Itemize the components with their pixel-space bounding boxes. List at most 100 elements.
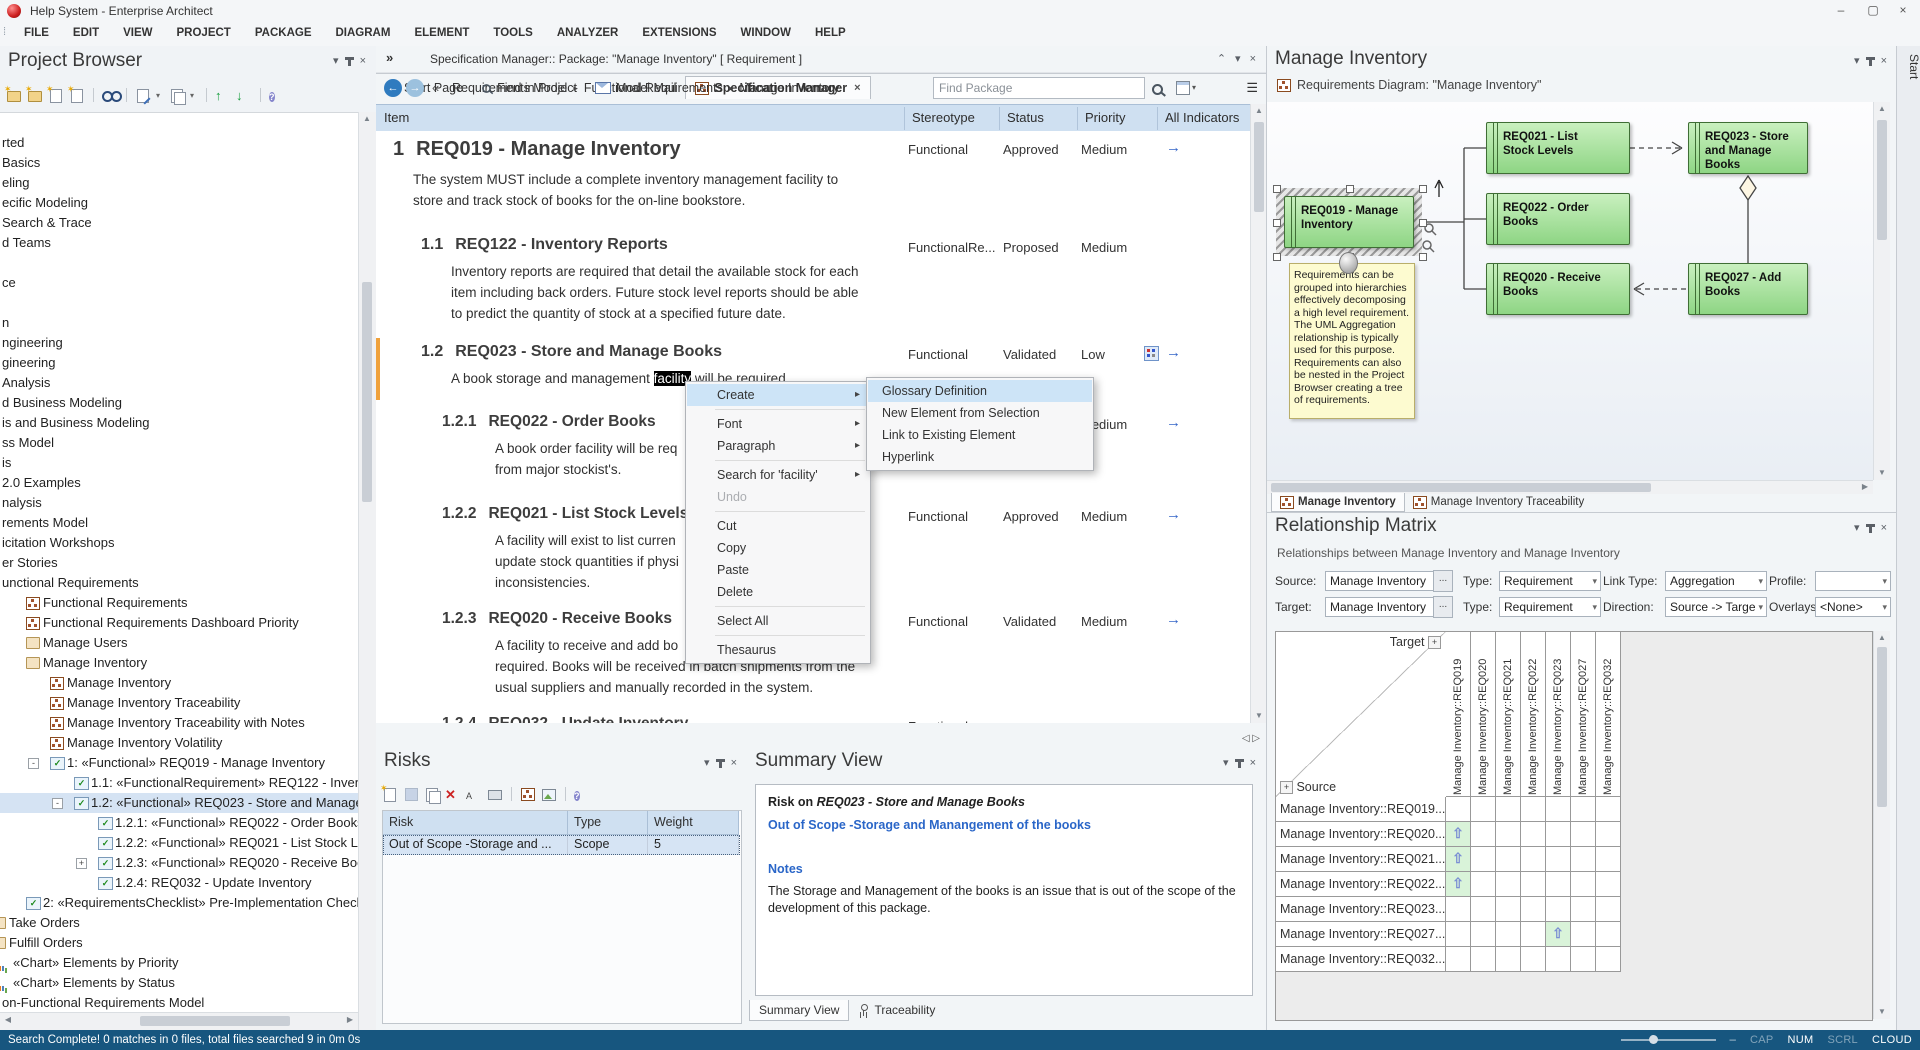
risks-cell[interactable]: Scope [568, 835, 648, 855]
chevrons-icon[interactable]: » [386, 50, 393, 65]
summary-risk-link[interactable]: Out of Scope -Storage and Manangement of… [768, 818, 1240, 832]
tree-item[interactable]: Manage Inventory Traceability with Notes [0, 713, 358, 733]
dropdown-arrow-icon[interactable]: ▾ [190, 91, 198, 100]
matrix-column-header[interactable]: Manage Inventory::REQ019 [1446, 632, 1471, 797]
find-in-browser-icon[interactable] [102, 87, 118, 103]
matrix-cell[interactable] [1571, 822, 1596, 847]
diagram-note[interactable]: Requirements can be grouped into hierarc… [1289, 263, 1415, 419]
tree-item[interactable]: 1.2.4: REQ032 - Update Inventory [0, 873, 358, 893]
image-icon[interactable] [541, 786, 557, 802]
matrix-cell[interactable] [1521, 797, 1546, 822]
pin-icon[interactable] [1869, 57, 1872, 66]
link-type-select[interactable]: Aggregation [1665, 571, 1767, 591]
chevron-down-icon[interactable]: ▾ [1854, 56, 1860, 67]
spec-row-heading[interactable]: 1REQ019 - Manage Inventory [393, 138, 681, 161]
direction-select[interactable]: Source -> Targe [1665, 597, 1767, 617]
breadcrumb-item[interactable]: Manage Inventory [739, 72, 839, 104]
navigate-arrow-icon[interactable]: → [1166, 139, 1181, 156]
pin-icon[interactable] [348, 57, 351, 66]
new-package-icon[interactable]: ✶ [27, 87, 43, 103]
tree-item[interactable]: ecific Modeling [0, 193, 358, 213]
view-style-icon[interactable] [1176, 81, 1190, 95]
summary-tab-traceability[interactable]: Traceability [849, 1000, 944, 1020]
submenu-item-glossary-definition[interactable]: Glossary Definition [868, 380, 1092, 402]
submenu-item-hyperlink[interactable]: Hyperlink [868, 446, 1092, 468]
spec-row-heading[interactable]: 1.2REQ023 - Store and Manage Books [421, 343, 722, 361]
overlays-select[interactable]: <None> [1815, 597, 1891, 617]
menu-element[interactable]: ELEMENT [402, 22, 481, 45]
tab-scroll-arrows[interactable]: ◁ ▷ [1242, 733, 1260, 744]
close-icon[interactable]: × [1250, 54, 1256, 65]
selection-handle[interactable] [1419, 185, 1427, 193]
tree-item[interactable]: unctional Requirements [0, 573, 358, 593]
help-icon[interactable]: ? [269, 87, 285, 103]
menu-diagram[interactable]: DIAGRAM [324, 22, 403, 45]
matrix-row-label[interactable]: Manage Inventory::REQ027... [1276, 922, 1446, 947]
menu-item-thesaurus[interactable]: Thesaurus [687, 639, 869, 661]
menu-help[interactable]: HELP [803, 22, 858, 45]
maximize-button[interactable]: ▢ [1858, 0, 1888, 21]
matrix-cell[interactable] [1471, 872, 1496, 897]
type-select-2[interactable]: Requirement [1499, 597, 1601, 617]
target-field[interactable]: Manage Inventory [1325, 597, 1439, 617]
matrix-cell[interactable] [1471, 797, 1496, 822]
matrix-cell[interactable] [1546, 872, 1571, 897]
tree-item[interactable]: 1.2.2: «Functional» REQ021 - List Stock … [0, 833, 358, 853]
menu-item-undo[interactable]: Undo [687, 486, 869, 508]
selection-handle[interactable] [1273, 253, 1281, 261]
matrix-row-label[interactable]: Manage Inventory::REQ019... [1276, 797, 1446, 822]
close-icon[interactable]: × [731, 758, 737, 769]
type-select-1[interactable]: Requirement [1499, 571, 1601, 591]
chevron-down-icon[interactable]: ▾ [333, 56, 339, 67]
matrix-row-label[interactable]: Manage Inventory::REQ020... [1276, 822, 1446, 847]
tree-item[interactable]: Search & Trace [0, 213, 358, 233]
matrix-row-label[interactable]: Manage Inventory::REQ022... [1276, 872, 1446, 897]
menu-item-copy[interactable]: Copy [687, 537, 869, 559]
indicator-badge-icon[interactable] [1144, 346, 1159, 361]
tree-item[interactable]: d Teams [0, 233, 358, 253]
matrix-column-header[interactable]: Manage Inventory::REQ022 [1521, 632, 1546, 797]
matrix-cell[interactable] [1496, 922, 1521, 947]
move-up-icon[interactable]: ↑ [215, 87, 231, 103]
tree-item[interactable]: rted [0, 133, 358, 153]
risks-column-header-type[interactable]: Type [568, 811, 648, 835]
breadcrumb-item[interactable]: Requirements Model [452, 72, 567, 104]
spec-row-heading[interactable]: 1.2.3REQ020 - Receive Books [442, 610, 672, 628]
risks-cell[interactable]: Out of Scope -Storage and ... [383, 835, 568, 855]
matrix-cell[interactable] [1596, 872, 1621, 897]
matrix-column-header[interactable]: Manage Inventory::REQ021 [1496, 632, 1521, 797]
close-icon[interactable]: × [360, 56, 366, 67]
matrix-cell[interactable] [1571, 797, 1596, 822]
requirement-req020[interactable]: REQ020 - ReceiveBooks [1486, 263, 1630, 315]
tree-item[interactable]: Basics [0, 153, 358, 173]
close-icon[interactable]: × [1881, 56, 1887, 67]
matrix-relationship-cell[interactable]: ⇧ [1446, 847, 1471, 872]
requirement-req022[interactable]: REQ022 - OrderBooks [1486, 193, 1630, 245]
menu-item-cut[interactable]: Cut [687, 515, 869, 537]
matrix-cell[interactable] [1596, 922, 1621, 947]
matrix-column-header[interactable]: Manage Inventory::REQ023 [1546, 632, 1571, 797]
tree-item[interactable]: Manage Inventory Volatility [0, 733, 358, 753]
tree-item[interactable]: Manage Inventory [0, 653, 358, 673]
chevron-down-icon[interactable]: ▾ [1223, 758, 1229, 769]
matrix-cell[interactable] [1496, 822, 1521, 847]
requirement-req021[interactable]: REQ021 - ListStock Levels [1486, 122, 1630, 174]
selection-handle[interactable] [1419, 219, 1427, 227]
find-package-input[interactable]: Find Package [933, 77, 1145, 99]
close-button[interactable]: × [1888, 0, 1918, 21]
selection-handle[interactable] [1273, 185, 1281, 193]
move-down-icon[interactable]: ↓ [236, 87, 252, 103]
tree-item[interactable]: 2.0 Examples [0, 473, 358, 493]
matrix-cell[interactable] [1546, 847, 1571, 872]
source-browse-button[interactable]: ... [1433, 570, 1453, 592]
tree-item[interactable]: ngineering [0, 333, 358, 353]
tree-item[interactable]: Manage Inventory [0, 673, 358, 693]
matrix-vertical-scrollbar[interactable]: ▲ ▼ [1873, 631, 1890, 1019]
navigate-arrow-icon[interactable]: → [1166, 414, 1181, 431]
matrix-row-label[interactable]: Manage Inventory::REQ023... [1276, 897, 1446, 922]
chevron-down-icon[interactable]: ▾ [1854, 523, 1860, 534]
collapse-expander-icon[interactable]: - [52, 798, 63, 809]
search-icon[interactable] [1152, 84, 1163, 95]
matrix-cell[interactable] [1471, 922, 1496, 947]
edit-icon[interactable] [135, 87, 151, 103]
